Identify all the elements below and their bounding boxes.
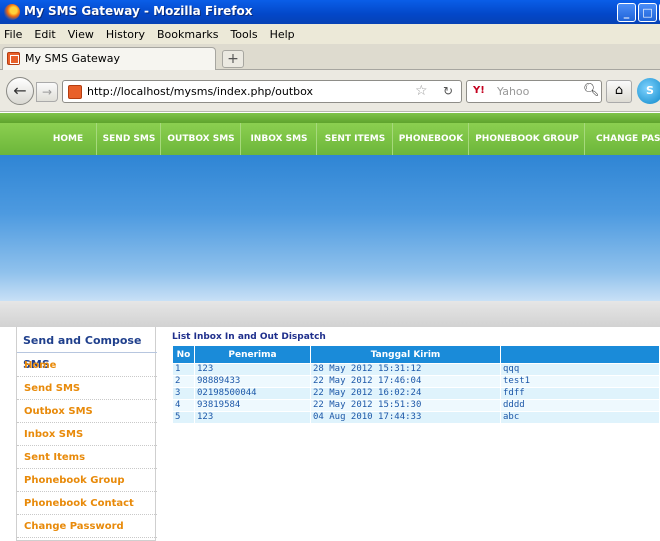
- cell-no: 4: [172, 399, 195, 412]
- nav-sent-items[interactable]: SENT ITEMS: [318, 123, 392, 155]
- new-tab-button[interactable]: +: [222, 50, 244, 68]
- nav-inbox-sms[interactable]: INBOX SMS: [242, 123, 316, 155]
- sidebar-item-sent-items[interactable]: Sent Items: [17, 447, 157, 469]
- cell-message: test1: [500, 375, 660, 388]
- nav-divider: [392, 123, 393, 155]
- reload-icon[interactable]: ↻: [443, 84, 453, 98]
- sidebar-item-send-sms[interactable]: Send SMS: [17, 378, 157, 400]
- table-row[interactable]: 5 123 04 Aug 2010 17:44:33 abc: [172, 411, 660, 424]
- table-row[interactable]: 1 123 28 May 2012 15:31:12 qqq: [172, 363, 660, 376]
- outbox-table: No Penerima Tanggal Kirim 1 123 28 May 2…: [172, 345, 660, 424]
- list-title: List Inbox In and Out Dispatch: [172, 332, 326, 342]
- banner-divider: [0, 301, 660, 327]
- table-row[interactable]: 4 93819584 22 May 2012 15:51:30 dddd: [172, 399, 660, 412]
- nav-send-sms[interactable]: SEND SMS: [98, 123, 160, 155]
- maximize-button[interactable]: □: [638, 3, 657, 22]
- url-text: http://localhost/mysms/index.php/outbox: [87, 85, 314, 98]
- yahoo-icon[interactable]: Y!: [473, 85, 485, 96]
- sidebar-title: Send and Compose SMS: [17, 329, 157, 371]
- cell-penerima: 123: [194, 363, 311, 376]
- cell-penerima: 02198500044: [194, 387, 311, 400]
- sidebar-item-inbox-sms[interactable]: Inbox SMS: [17, 424, 157, 446]
- nav-divider: [96, 123, 97, 155]
- site-favicon-icon: [7, 52, 20, 65]
- column-header-no: No: [172, 345, 195, 364]
- sidebar: Send and Compose SMS Home Send SMS Outbo…: [16, 327, 157, 541]
- cell-no: 2: [172, 375, 195, 388]
- header-strip: [0, 113, 660, 123]
- skype-icon[interactable]: S: [637, 78, 660, 104]
- cell-tanggal-kirim: 22 May 2012 15:51:30: [310, 399, 501, 412]
- cell-message: qqq: [500, 363, 660, 376]
- nav-divider: [160, 123, 161, 155]
- cell-message: fdff: [500, 387, 660, 400]
- address-bar[interactable]: http://localhost/mysms/index.php/outbox …: [62, 80, 462, 103]
- cell-no: 5: [172, 411, 195, 424]
- navigation-toolbar: ← → http://localhost/mysms/index.php/out…: [0, 70, 660, 112]
- menu-view[interactable]: View: [68, 28, 94, 41]
- table-row[interactable]: 3 02198500044 22 May 2012 16:02:24 fdff: [172, 387, 660, 400]
- nav-divider: [240, 123, 241, 155]
- nav-divider: [316, 123, 317, 155]
- cell-message: dddd: [500, 399, 660, 412]
- table-row[interactable]: 2 98889433 22 May 2012 17:46:04 test1: [172, 375, 660, 388]
- menu-help[interactable]: Help: [270, 28, 295, 41]
- nav-divider: [468, 123, 469, 155]
- cell-tanggal-kirim: 04 Aug 2010 17:44:33: [310, 411, 501, 424]
- search-placeholder: Yahoo: [497, 85, 530, 98]
- nav-phonebook[interactable]: PHONEBOOK: [394, 123, 468, 155]
- tab-strip: My SMS Gateway +: [0, 44, 660, 70]
- tab-label: My SMS Gateway: [25, 52, 121, 65]
- nav-outbox-sms[interactable]: OUTBOX SMS: [162, 123, 240, 155]
- menu-history[interactable]: History: [106, 28, 145, 41]
- cell-no: 3: [172, 387, 195, 400]
- menu-tools[interactable]: Tools: [230, 28, 257, 41]
- back-button[interactable]: ←: [6, 77, 34, 105]
- minimize-button[interactable]: _: [617, 3, 636, 22]
- cell-no: 1: [172, 363, 195, 376]
- nav-phonebook-group[interactable]: PHONEBOOK GROUP: [470, 123, 584, 155]
- sidebar-item-change-password[interactable]: Change Password: [17, 516, 157, 538]
- web-page: HOME SEND SMS OUTBOX SMS INBOX SMS SENT …: [0, 113, 660, 541]
- cell-tanggal-kirim: 22 May 2012 16:02:24: [310, 387, 501, 400]
- firefox-icon: [4, 4, 20, 20]
- menu-bar: File Edit View History Bookmarks Tools H…: [0, 24, 660, 44]
- menu-file[interactable]: File: [4, 28, 22, 41]
- forward-button[interactable]: →: [36, 82, 58, 102]
- header-banner: [0, 155, 660, 301]
- bookmark-star-icon[interactable]: ☆: [415, 83, 428, 99]
- table-header-row: No Penerima Tanggal Kirim: [172, 345, 660, 364]
- nav-divider: [584, 123, 585, 155]
- cell-penerima: 123: [194, 411, 311, 424]
- nav-home[interactable]: HOME: [38, 123, 98, 155]
- menu-edit[interactable]: Edit: [34, 28, 55, 41]
- cell-penerima: 98889433: [194, 375, 311, 388]
- tab-my-sms-gateway[interactable]: My SMS Gateway: [2, 47, 216, 70]
- sidebar-item-phonebook-contact[interactable]: Phonebook Contact: [17, 493, 157, 515]
- column-header-tanggal-kirim: Tanggal Kirim: [310, 345, 501, 364]
- column-header-penerima: Penerima: [194, 345, 311, 364]
- cell-penerima: 93819584: [194, 399, 311, 412]
- cell-message: abc: [500, 411, 660, 424]
- window-titlebar: My SMS Gateway - Mozilla Firefox _ □ X: [0, 0, 660, 24]
- sidebar-item-phonebook-group[interactable]: Phonebook Group: [17, 470, 157, 492]
- sidebar-item-home[interactable]: Home: [17, 355, 157, 377]
- site-navigation: HOME SEND SMS OUTBOX SMS INBOX SMS SENT …: [0, 123, 660, 155]
- nav-change-password[interactable]: CHANGE PASSWORD: [586, 123, 660, 155]
- sidebar-item-outbox-sms[interactable]: Outbox SMS: [17, 401, 157, 423]
- home-button[interactable]: ⌂: [606, 80, 632, 103]
- search-icon[interactable]: 🔍︎: [583, 83, 600, 98]
- window-title: My SMS Gateway - Mozilla Firefox: [24, 4, 253, 18]
- cell-tanggal-kirim: 28 May 2012 15:31:12: [310, 363, 501, 376]
- search-bar[interactable]: Y! Yahoo 🔍︎: [466, 80, 602, 103]
- menu-bookmarks[interactable]: Bookmarks: [157, 28, 218, 41]
- column-header-message: [500, 345, 660, 364]
- site-identity-icon: [68, 85, 82, 99]
- cell-tanggal-kirim: 22 May 2012 17:46:04: [310, 375, 501, 388]
